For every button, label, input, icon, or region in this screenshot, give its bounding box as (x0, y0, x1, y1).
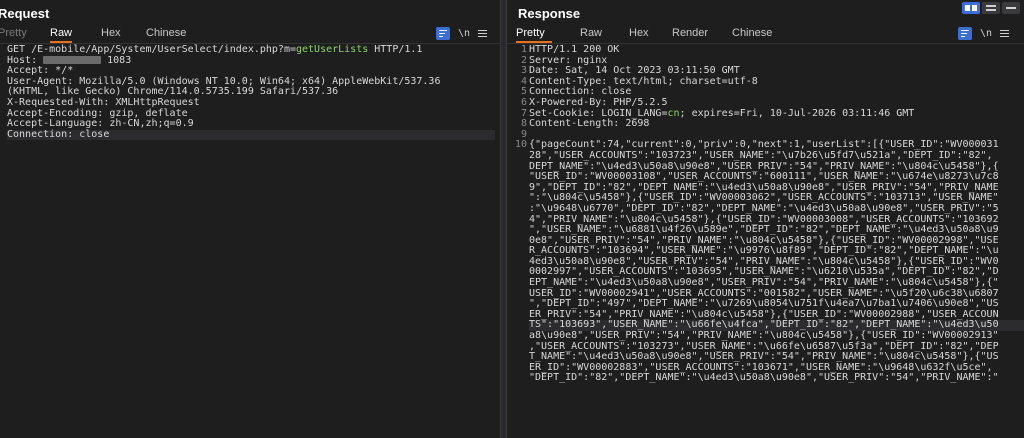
line-number: 6 (520, 96, 527, 108)
tab-raw[interactable]: Raw (580, 26, 629, 43)
code-text: ER_PRIV":"54","PRIV_NAME":"\u804c\u5458"… (529, 308, 999, 320)
layout-buttons (958, 0, 1024, 16)
code-text: Accept: */* (7, 65, 74, 77)
tab-chinese[interactable]: Chinese (146, 26, 196, 43)
code-line[interactable]: "DEPT_ID":"82","DEPT_NAME":"\u4ed3\u50a8… (529, 373, 1024, 384)
show-newlines-button[interactable]: \n (458, 28, 470, 39)
code-text: ","DEPT_ID":"497","DEPT_NAME":"\u7269\u8… (529, 298, 999, 310)
code-text: HTTP/1.1 200 OK (529, 44, 620, 55)
split-vertical-icon[interactable] (982, 2, 1000, 14)
wrap-lines-icon[interactable] (958, 27, 972, 40)
code-text: :"\u9648\u6770","DEPT_ID":"82","DEPT_NAM… (529, 202, 999, 214)
code-text: X-Powered-By: PHP/5.2.5 (529, 96, 668, 108)
code-text: Server: nginx (529, 54, 608, 66)
code-text: User-Agent: Mozilla/5.0 (Windows NT 10.0… (7, 75, 441, 87)
request-tabs: Pretty Raw Hex Chinese (0, 26, 196, 43)
code-text: ER_ID":"WV00002883","USER_ACCOUNTS":"103… (529, 361, 993, 373)
request-pane: Request Pretty Raw Hex Chinese \n GET /E… (0, 0, 500, 438)
code-text: EPT_NAME":"\u4ed3\u50a8\u90e8","USER_PRI… (529, 277, 999, 289)
highlighted-value: getUserLists (295, 44, 369, 55)
request-title: Request (0, 6, 50, 21)
tab-raw[interactable]: Raw (50, 26, 72, 43)
line-number: 10 (514, 139, 527, 151)
code-text: Set-Cookie: LOGIN_LANG= (529, 107, 668, 119)
tab-chinese[interactable]: Chinese (732, 26, 782, 43)
code-text: 9","DEPT_ID":"82","DEPT_NAME":"\u4ed3\u5… (529, 181, 999, 193)
code-text: 0e8","USER_PRIV":"54","PRIV_NAME":"\u804… (529, 234, 999, 246)
code-text: X-Requested-With: XMLHttpRequest (7, 96, 200, 108)
code-text: HTTP/1.1 (368, 44, 423, 55)
code-text: R_ACCOUNTS":"103694","USER_NAME":"\u9976… (529, 245, 999, 257)
response-pane: Response Pretty Raw Hex Render Chinese \… (507, 0, 1024, 438)
code-line[interactable]: Connection: close (7, 128, 495, 141)
code-text: Content-Length: 2698 (529, 118, 650, 130)
code-line[interactable]: Content-Length: 2698 (529, 118, 1024, 130)
tab-pretty[interactable]: Pretty (516, 26, 552, 43)
code-text: Content-Type: text/html; charset=utf-8 (529, 75, 758, 87)
response-tools: \n (958, 27, 1010, 40)
request-tools: \n (436, 27, 488, 40)
code-text: GET /E-mobile/App/System/UserSelect/inde… (7, 44, 296, 55)
code-text: Connection: close (529, 86, 632, 98)
code-text: (KHTML, like Gecko) Chrome/114.0.5735.19… (7, 86, 339, 98)
code-text: 4ed3\u50a8\u90e8","USER_PRIV":"54","PRIV… (529, 255, 999, 267)
redacted-host (43, 55, 102, 64)
tab-render[interactable]: Render (672, 26, 732, 43)
code-text: 4","PRIV_NAME":"\u804c\u5458"},{"USER_ID… (529, 213, 999, 225)
request-editor[interactable]: GET /E-mobile/App/System/UserSelect/inde… (0, 44, 500, 438)
code-text: 0002997","USER_ACCOUNTS":"103695","USER_… (529, 266, 999, 278)
tab-hex[interactable]: Hex (101, 26, 146, 43)
single-pane-icon[interactable] (1002, 2, 1020, 14)
code-text: a8\u90e8","USER_PRIV":"54","PRIV_NAME":"… (529, 330, 999, 342)
code-text: ","USER_NAME":"\u6881\u4f26\u589e","DEPT… (529, 224, 999, 236)
response-editor[interactable]: 1 2 3 4 5 6 7 8 9 10 HTTP/1.1 200 OK Server: nginx… (507, 44, 1024, 438)
response-title: Response (518, 6, 581, 21)
code-text: Connection: close (7, 128, 110, 140)
tab-hex[interactable]: Hex (629, 26, 672, 43)
show-newlines-button[interactable]: \n (980, 28, 992, 39)
split-horizontal-icon[interactable] (962, 2, 980, 14)
highlighted-value: cn (667, 107, 680, 119)
menu-icon[interactable] (1000, 29, 1010, 38)
code-text: {"pageCount":74,"current":0,"priv":0,"ne… (529, 139, 999, 151)
code-text: T_NAME":"\u4ed3\u50a8\u90e8","USER_PRIV"… (529, 351, 999, 363)
code-text: Accept-Language: zh-CN,zh;q=0.9 (7, 118, 194, 130)
tab-pretty[interactable]: Pretty (0, 26, 50, 43)
code-text: USER_ID":"WV00002941","USER_ACCOUNTS":"0… (529, 287, 999, 299)
code-text: DEPT_NAME":"\u4ed3\u50a8\u90e8","USER_PR… (529, 160, 999, 172)
menu-icon[interactable] (478, 29, 488, 38)
code-text: "USER_ID":"WV00003108","USER_ACCOUNTS":"… (529, 171, 999, 183)
code-line[interactable]: GET /E-mobile/App/System/UserSelect/inde… (7, 44, 495, 56)
line-number: 1 (520, 44, 527, 55)
code-text: ,"USER_ACCOUNTS":"103273","USER_NAME":"\… (529, 340, 999, 352)
response-tabs: Pretty Raw Hex Render Chinese (516, 26, 782, 43)
wrap-lines-icon[interactable] (436, 27, 450, 40)
code-text: ; expires=Fri, 10-Jul-2026 03:11:46 GMT (679, 107, 915, 119)
code-text: Accept-Encoding: gzip, deflate (7, 107, 188, 119)
pane-divider[interactable] (500, 0, 507, 438)
code-text: ":"\u804c\u5458"},{"USER_ID":"WV00003062… (529, 192, 999, 204)
code-text: 28","USER_ACCOUNTS":"103723","USER_NAME"… (529, 149, 993, 161)
code-text: 1083 (101, 54, 132, 66)
code-line[interactable]: Host: 1083 (7, 54, 495, 67)
code-text: Host: (7, 54, 44, 66)
code-text: "DEPT_ID":"82","DEPT_NAME":"\u4ed3\u50a8… (529, 372, 999, 384)
code-text: Date: Sat, 14 Oct 2023 03:11:50 GMT (529, 65, 740, 77)
code-text: TS":"103693","USER_NAME":"\u66fe\u4fca",… (529, 319, 999, 331)
